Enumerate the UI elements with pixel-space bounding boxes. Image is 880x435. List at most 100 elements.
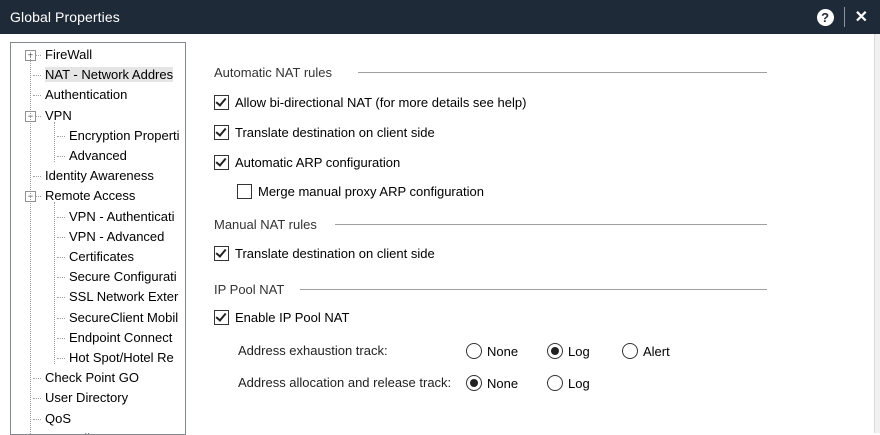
tree-item-label: Remote Access [45,188,136,204]
auto-translate-destination-label: Translate destination on client side [235,125,435,140]
title-bar-controls: ? ✕ [816,0,880,34]
auto-translate-destination-checkbox[interactable]: Translate destination on client side [214,125,435,140]
tree-connector [57,156,65,157]
allocation-track-log-label: Log [568,375,590,391]
tree-connector [57,358,65,359]
exhaustion-track-log-radio[interactable]: Log [547,343,590,359]
exhaustion-track-none-radio[interactable]: None [466,343,518,359]
automatic-arp-label: Automatic ARP configuration [235,155,401,170]
tree-item-label: VPN [45,107,72,123]
window-title: Global Properties [10,9,120,25]
allocation-track-none-radio[interactable]: None [466,375,518,391]
tree-item-nat-network-addres[interactable]: NAT - Network Addres [45,65,174,85]
exhaustion-track-log-label: Log [568,343,590,359]
tree-item-label: VPN - Advanced [69,228,165,244]
resize-grip-icon: ⋮ [876,79,880,89]
exhaustion-track-log-circle [547,343,563,359]
tree-connector [57,337,65,339]
tree-item-label: SecureClient Mobil [69,309,179,325]
tree-item-qos[interactable]: QoS [45,409,71,429]
tree-item-label: Check Point GO [45,370,139,386]
tree-connector [33,75,41,77]
tree-item-label: QoS [45,410,72,426]
automatic-arp-checkmark [214,155,229,170]
tree-item-user-directory[interactable]: User Directory [45,388,128,408]
tree-connector [57,297,65,299]
tree-connector [33,418,41,420]
auto-translate-destination-checkmark [214,125,229,140]
tree-item-advanced[interactable]: Advanced [69,146,127,166]
allocation-track-label: Address allocation and release track: [238,375,452,390]
tree-root-guide [30,53,31,434]
tree-connector [33,378,41,380]
tree-connector [57,317,65,319]
allocation-track-none-circle [466,375,482,391]
tree-connector [33,95,41,97]
tree-item-label: Advanced [69,148,127,163]
exhaustion-track-none-circle [466,343,482,359]
tree-connector [57,216,65,218]
exhaustion-track-alert-radio[interactable]: Alert [622,343,670,359]
tree-item-vpn[interactable]: VPN [45,106,72,126]
ip-pool-nat-group-title: IP Pool NAT [214,282,285,297]
tree-item-vpn-authenticati[interactable]: VPN - Authenticati [69,207,175,227]
manual-translate-destination-label: Translate destination on client side [235,246,435,261]
resize-strip: ⋮ [874,34,880,433]
navigation-tree[interactable]: FireWall + NAT - Network Addres Authenticat… [10,42,186,435]
allocation-track-log-radio[interactable]: Log [547,375,590,391]
tree-branch-guide [54,202,55,364]
tree-item-vpn-advanced[interactable]: VPN - Advanced [69,227,164,247]
tree-connector [33,176,41,178]
tree-item-check-point-go[interactable]: Check Point GO [45,368,139,388]
tree-item-identity-awareness[interactable]: Identity Awareness [45,166,154,186]
tree-connector [57,135,65,137]
tree-item-label: SSL Network Exter [69,289,179,305]
manual-translate-destination-checkmark [214,246,229,261]
title-bar-separator [843,7,845,27]
merge-proxy-arp-checkbox[interactable]: Merge manual proxy ARP configuration [237,184,484,199]
allow-bidirectional-nat-checkbox[interactable]: Allow bi-directional NAT (for more detai… [214,95,526,110]
tree-connector [57,236,65,238]
tree-item-label: VPN - Authenticati [69,208,175,224]
tree-connector [33,398,41,400]
allow-bidirectional-nat-checkmark [214,95,229,110]
enable-ip-pool-nat-checkmark [214,310,229,325]
tree-item-endpoint-connect[interactable]: Endpoint Connect [69,328,172,348]
manual-nat-group-title: Manual NAT rules [214,217,317,232]
manual-nat-divider [335,224,767,225]
tree-item-firewall[interactable]: FireWall [45,45,92,65]
title-bar: Global Properties ? ✕ [0,0,880,34]
exhaustion-track-none-label: None [487,343,519,359]
merge-proxy-arp-label: Merge manual proxy ARP configuration [258,184,484,199]
tree-item-secure-configurati[interactable]: Secure Configurati [69,267,177,287]
tree-item-encryption-properti[interactable]: Encryption Properti [69,126,180,146]
tree-item-label: Endpoint Connect [69,329,173,345]
tree-item-ssl-network-exter[interactable]: SSL Network Exter [69,287,178,307]
tree-item-label: FireWall [45,47,93,62]
tree-item-certificates[interactable]: Certificates [69,247,134,267]
tree-item-remote-access[interactable]: Remote Access [45,186,135,206]
tree-item-label: Encryption Properti [69,127,180,143]
tree-item-label: Hot Spot/Hotel Re [69,350,174,365]
tree-branch-guide [54,121,55,162]
ip-pool-nat-divider [300,289,767,290]
merge-proxy-arp-box [237,184,252,199]
close-icon[interactable]: ✕ [855,7,868,27]
tree-item-prowall-1-gx[interactable]: ProWall 1 GX [45,429,123,434]
automatic-nat-divider [358,72,767,73]
allow-bidirectional-nat-label: Allow bi-directional NAT (for more detai… [235,95,527,110]
exhaustion-track-label: Address exhaustion track: [238,343,388,358]
automatic-nat-group-title: Automatic NAT rules [214,65,333,80]
tree-item-authentication[interactable]: Authentication [45,85,127,105]
tree-item-label: Authentication [45,87,128,103]
tree-item-hot-spot-hotel-re[interactable]: Hot Spot/Hotel Re [69,348,174,368]
tree-item-secureclient-mobil[interactable]: SecureClient Mobil [69,308,178,328]
help-icon[interactable]: ? [816,8,834,26]
automatic-arp-checkbox[interactable]: Automatic ARP configuration [214,155,400,170]
enable-ip-pool-nat-checkbox[interactable]: Enable IP Pool NAT [214,310,349,325]
manual-translate-destination-checkbox[interactable]: Translate destination on client side [214,246,435,261]
tree-item-label: Identity Awareness [45,168,154,184]
tree-item-label: Secure Configurati [69,269,177,285]
tree-connector [57,277,65,279]
exhaustion-track-alert-label: Alert [643,343,670,359]
